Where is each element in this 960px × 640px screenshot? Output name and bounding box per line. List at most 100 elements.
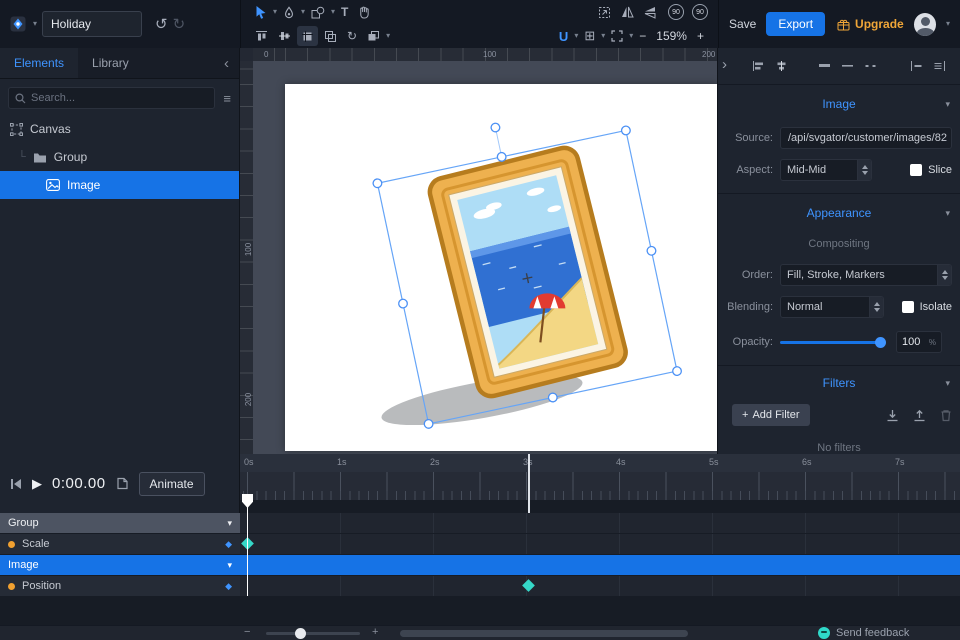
animation-end-marker[interactable] <box>528 454 530 517</box>
sort-filter-icon[interactable]: ≡ <box>223 91 231 106</box>
units-button[interactable]: U <box>555 26 572 46</box>
align-center-horizontal-icon[interactable] <box>775 60 788 72</box>
export-button[interactable]: Export <box>766 12 826 36</box>
account-caret-icon[interactable]: ▾ <box>946 20 950 28</box>
search-input[interactable] <box>31 92 209 104</box>
shape-tool-caret-icon[interactable]: ▾ <box>331 8 335 16</box>
aspect-select[interactable]: Mid-Mid <box>780 159 872 181</box>
tab-library[interactable]: Library <box>78 48 143 78</box>
track-group-head[interactable]: Group ▾ <box>0 513 240 533</box>
rotate-tool-icon[interactable]: ↻ <box>343 26 361 46</box>
arrange-caret-icon[interactable]: ▾ <box>386 32 390 40</box>
flip-horizontal-icon[interactable] <box>617 2 638 22</box>
collapse-left-panel-icon[interactable]: ‹ <box>214 48 239 78</box>
text-tool-icon[interactable]: T <box>337 2 352 22</box>
hand-tool-icon[interactable] <box>354 2 374 22</box>
beach-picture-image[interactable] <box>427 145 629 399</box>
track-image-lane[interactable] <box>240 555 960 575</box>
app-logo-icon[interactable] <box>8 14 28 34</box>
track-scale-lane[interactable] <box>240 534 960 554</box>
bounding-box-icon[interactable] <box>594 2 615 22</box>
delete-filter-icon[interactable] <box>940 409 952 422</box>
stepper-icon[interactable] <box>937 265 951 285</box>
import-filter-icon[interactable] <box>886 409 899 422</box>
collapse-track-caret-icon[interactable]: ▾ <box>227 560 232 571</box>
play-icon[interactable]: ▶ <box>32 476 42 492</box>
isolate-checkbox[interactable] <box>901 301 914 313</box>
add-keyframe-icon[interactable]: ◆ <box>225 539 232 550</box>
send-feedback-button[interactable]: Send feedback <box>818 627 909 639</box>
timeline-zoom-in-button[interactable]: + <box>372 626 378 638</box>
track-position[interactable]: Position ◆ <box>0 576 960 596</box>
image-section-header[interactable]: Image ▾ <box>718 95 960 113</box>
zoom-in-button[interactable]: + <box>693 26 708 46</box>
tree-item-group[interactable]: └ Group <box>0 143 239 171</box>
redo-icon[interactable]: ↻ <box>173 15 186 33</box>
flip-vertical-icon[interactable] <box>640 2 660 22</box>
tree-item-image[interactable]: Image <box>0 171 239 199</box>
playhead-handle[interactable] <box>242 494 253 508</box>
align-left-icon[interactable] <box>752 60 765 72</box>
align-top-edge-icon[interactable] <box>818 60 831 72</box>
timeline-zoom-out-button[interactable]: − <box>244 626 250 638</box>
upgrade-button[interactable]: Upgrade <box>837 17 904 31</box>
timeline-ruler[interactable]: 0s 1s 2s 3s 4s 5s 6s 7s <box>240 454 960 500</box>
track-group[interactable]: Group ▾ <box>0 513 960 533</box>
units-caret-icon[interactable]: ▾ <box>574 32 578 40</box>
zoom-out-button[interactable]: − <box>635 26 650 46</box>
export-filter-icon[interactable] <box>913 409 926 422</box>
select-tool-icon[interactable] <box>251 2 271 22</box>
fit-view-caret-icon[interactable]: ▾ <box>629 32 633 40</box>
slice-checkbox[interactable] <box>910 164 923 176</box>
add-filter-button[interactable]: + Add Filter <box>732 404 810 426</box>
rotate-ccw-90-button[interactable]: 90 <box>668 4 684 20</box>
avatar[interactable] <box>913 12 936 36</box>
logo-menu-caret-icon[interactable]: ▾ <box>33 20 37 28</box>
search-box[interactable] <box>8 87 216 109</box>
save-button[interactable]: Save <box>729 17 756 31</box>
select-tool-caret-icon[interactable]: ▾ <box>273 8 277 16</box>
pen-tool-caret-icon[interactable]: ▾ <box>301 8 305 16</box>
align-bottom-edge-icon[interactable] <box>864 60 877 72</box>
fit-view-icon[interactable] <box>607 26 627 46</box>
align-top-icon[interactable] <box>251 26 272 46</box>
opacity-value-box[interactable]: 100 % <box>896 331 942 353</box>
canvas-area[interactable]: 0 100 200 100 200 <box>240 48 717 454</box>
crop-tool-icon[interactable] <box>297 26 318 46</box>
stepper-icon[interactable] <box>869 297 883 317</box>
track-position-lane[interactable] <box>240 576 960 596</box>
timeline-zoom-slider[interactable] <box>266 632 360 635</box>
shape-tool-icon[interactable] <box>307 2 329 22</box>
order-select[interactable]: Fill, Stroke, Markers <box>780 264 952 286</box>
grid-toggle-icon[interactable]: ⊞ <box>580 26 599 46</box>
distribute-vertical-icon[interactable] <box>933 60 946 72</box>
keyframe-position-3s[interactable] <box>522 579 535 592</box>
track-position-head[interactable]: Position ◆ <box>0 576 240 596</box>
animate-button[interactable]: Animate <box>138 471 205 496</box>
track-group-lane[interactable] <box>240 513 960 533</box>
track-scale[interactable]: Scale ◆ <box>0 534 960 554</box>
animation-presets-icon[interactable] <box>116 477 129 490</box>
rotation-handle[interactable] <box>490 122 501 133</box>
track-image-head[interactable]: Image ▾ <box>0 555 240 575</box>
align-middle-edge-icon[interactable] <box>841 60 854 72</box>
timeline-scrollbar[interactable] <box>400 630 688 637</box>
track-image[interactable]: Image ▾ <box>0 555 960 575</box>
arrange-tool-icon[interactable] <box>363 26 384 46</box>
rotate-cw-90-button[interactable]: 90 <box>692 4 708 20</box>
source-field[interactable]: /api/svgator/customer/images/82 <box>780 127 952 149</box>
tree-item-canvas[interactable]: Canvas <box>0 115 239 143</box>
grid-caret-icon[interactable]: ▾ <box>601 32 605 40</box>
blending-select[interactable]: Normal <box>780 296 884 318</box>
collapse-track-caret-icon[interactable]: ▾ <box>227 518 232 529</box>
opacity-slider[interactable] <box>780 336 886 348</box>
appearance-section-header[interactable]: Appearance ▾ <box>718 204 960 222</box>
add-keyframe-icon[interactable]: ◆ <box>225 581 232 592</box>
mask-tool-icon[interactable] <box>320 26 341 46</box>
zoom-level[interactable]: 159% <box>652 29 691 43</box>
pen-tool-icon[interactable] <box>279 2 299 22</box>
collapse-right-panel-icon[interactable]: › <box>722 56 727 73</box>
project-name-input[interactable] <box>42 11 143 37</box>
track-scale-head[interactable]: Scale ◆ <box>0 534 240 554</box>
timeline-zoom-knob[interactable] <box>295 628 306 639</box>
